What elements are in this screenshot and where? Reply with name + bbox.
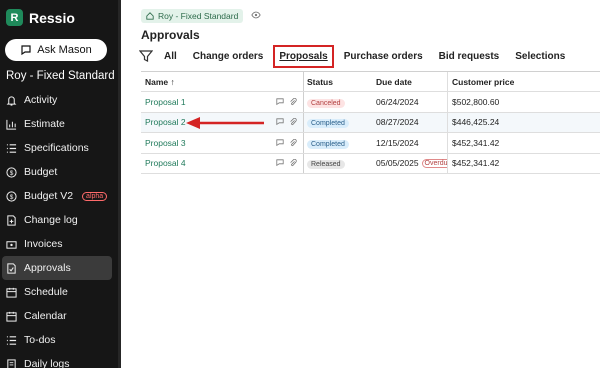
calendar-icon — [6, 311, 17, 322]
sidebar-item-label: Daily logs — [24, 358, 70, 368]
column-header-icons — [267, 72, 304, 91]
sidebar-item-label: Approvals — [24, 262, 71, 274]
tab-change-orders[interactable]: Change orders — [193, 51, 264, 62]
proposal-name-link[interactable]: Proposal 1 — [145, 97, 186, 107]
approval-icon — [6, 262, 17, 274]
customer-price: $446,425.24 — [447, 112, 600, 132]
status-badge: Canceled — [307, 98, 345, 108]
invoice-icon — [6, 239, 17, 250]
column-header-status[interactable]: Status — [304, 77, 372, 87]
sidebar-item-invoices[interactable]: Invoices — [2, 232, 112, 256]
sidebar-item-schedule[interactable]: Schedule — [2, 280, 112, 304]
proposal-name-link[interactable]: Proposal 3 — [145, 138, 186, 148]
dollar-icon: $ — [6, 166, 17, 178]
alpha-badge: alpha — [82, 191, 108, 201]
attachment-icon[interactable] — [289, 159, 297, 167]
comment-icon[interactable] — [276, 159, 284, 167]
proposal-name-link[interactable]: Proposal 2 — [145, 117, 186, 127]
sidebar-item-specifications[interactable]: Specifications — [2, 136, 112, 160]
breadcrumb-project-chip[interactable]: Roy - Fixed Standard — [141, 9, 244, 23]
due-date: 12/15/2024 — [376, 137, 419, 148]
status-badge: Completed — [307, 139, 349, 149]
sidebar-item-label: Calendar — [24, 310, 67, 322]
dollar-icon: $ — [6, 190, 17, 202]
sidebar-item-label: Change log — [24, 214, 78, 226]
sidebar-item-to-dos[interactable]: To-dos — [2, 328, 112, 352]
column-header-customer-price[interactable]: Customer price — [447, 72, 600, 91]
tab-purchase-orders[interactable]: Purchase orders — [344, 51, 423, 62]
due-date: 05/05/2025 — [376, 158, 419, 169]
brand-name: Ressio — [29, 9, 75, 26]
sidebar-item-change-log[interactable]: Change log — [2, 208, 112, 232]
sidebar-item-calendar[interactable]: Calendar — [2, 304, 112, 328]
customer-price: $502,800.60 — [447, 92, 600, 112]
sidebar-item-label: Budget V2 — [24, 190, 74, 202]
svg-text:$: $ — [10, 193, 14, 200]
sidebar-item-label: Schedule — [24, 286, 68, 298]
table-row[interactable]: Proposal 3 Completed 12/15/2024 $452,341… — [141, 133, 600, 154]
annotation-arrow — [186, 117, 264, 129]
sidebar-item-label: Specifications — [24, 142, 89, 154]
main-content: Roy - Fixed Standard Approvals All Chang… — [118, 0, 600, 368]
sidebar-item-activity[interactable]: Activity — [2, 88, 112, 112]
list-icon — [6, 143, 17, 154]
comment-icon[interactable] — [276, 98, 284, 106]
tab-proposals[interactable]: Proposals — [273, 44, 334, 68]
ask-mason-button[interactable]: Ask Mason — [5, 39, 107, 61]
comment-icon[interactable] — [276, 118, 284, 126]
table-row[interactable]: Proposal 1 Canceled 06/24/2024 $502,800.… — [141, 92, 600, 113]
project-name[interactable]: Roy - Fixed Standard — [6, 70, 115, 82]
calendar-clock-icon — [6, 287, 17, 298]
sidebar-item-label: Estimate — [24, 118, 65, 130]
brand-logo: R — [6, 9, 23, 26]
sidebar-item-label: Budget — [24, 166, 58, 178]
sidebar-item-approvals[interactable]: Approvals — [2, 256, 112, 280]
column-header-name[interactable]: Name ↑ — [141, 77, 267, 87]
column-header-due-date[interactable]: Due date — [372, 77, 447, 87]
document-icon — [6, 214, 17, 226]
sidebar-item-estimate[interactable]: Estimate — [2, 112, 112, 136]
comment-icon[interactable] — [276, 139, 284, 147]
home-icon — [146, 12, 154, 20]
status-badge: Completed — [307, 119, 349, 129]
sidebar-item-budget-v2[interactable]: $ Budget V2 alpha — [2, 184, 112, 208]
proposal-name-link[interactable]: Proposal 4 — [145, 158, 186, 168]
sidebar-item-budget[interactable]: $ Budget — [2, 160, 112, 184]
sidebar-item-daily-logs[interactable]: Daily logs — [2, 352, 112, 368]
customer-price: $452,341.42 — [447, 153, 600, 173]
checklist-icon — [6, 335, 17, 346]
notebook-icon — [6, 358, 17, 368]
table-header: Name ↑ Status Due date Customer price — [141, 72, 600, 92]
approval-tabs: All Change orders Proposals Purchase ord… — [139, 44, 581, 68]
attachment-icon[interactable] — [289, 138, 297, 147]
due-date: 08/27/2024 — [376, 117, 419, 128]
tab-selections[interactable]: Selections — [515, 51, 565, 62]
breadcrumb: Roy - Fixed Standard — [141, 7, 261, 25]
sidebar-item-label: Invoices — [24, 238, 63, 250]
sidebar-item-label: Activity — [24, 94, 58, 106]
bar-chart-icon — [6, 119, 17, 130]
page-title: Approvals — [141, 28, 200, 42]
table-row[interactable]: Proposal 4 Released 05/05/2025 Overdue $… — [141, 153, 600, 174]
ask-mason-label: Ask Mason — [37, 44, 92, 56]
attachment-icon[interactable] — [289, 97, 297, 106]
due-date: 06/24/2024 — [376, 96, 419, 107]
tab-all[interactable]: All — [164, 51, 177, 62]
customer-price: $452,341.42 — [447, 133, 600, 153]
tab-bid-requests[interactable]: Bid requests — [439, 51, 500, 62]
brand[interactable]: R Ressio — [6, 9, 75, 26]
svg-text:$: $ — [10, 169, 14, 176]
sidebar-item-label: To-dos — [24, 334, 56, 346]
attachment-icon[interactable] — [289, 118, 297, 126]
breadcrumb-label: Roy - Fixed Standard — [158, 11, 239, 21]
chat-icon — [21, 45, 31, 56]
eye-icon[interactable] — [251, 7, 261, 25]
overdue-badge: Overdue — [421, 158, 447, 168]
status-badge: Released — [307, 160, 345, 170]
filter-icon[interactable] — [139, 49, 153, 63]
sidebar: R Ressio Ask Mason Roy - Fixed Standard … — [0, 0, 118, 368]
sidebar-nav: Activity Estimate Specifications $ Budge… — [2, 88, 112, 368]
bell-icon — [6, 95, 17, 106]
app-window: R Ressio Ask Mason Roy - Fixed Standard … — [0, 0, 600, 368]
